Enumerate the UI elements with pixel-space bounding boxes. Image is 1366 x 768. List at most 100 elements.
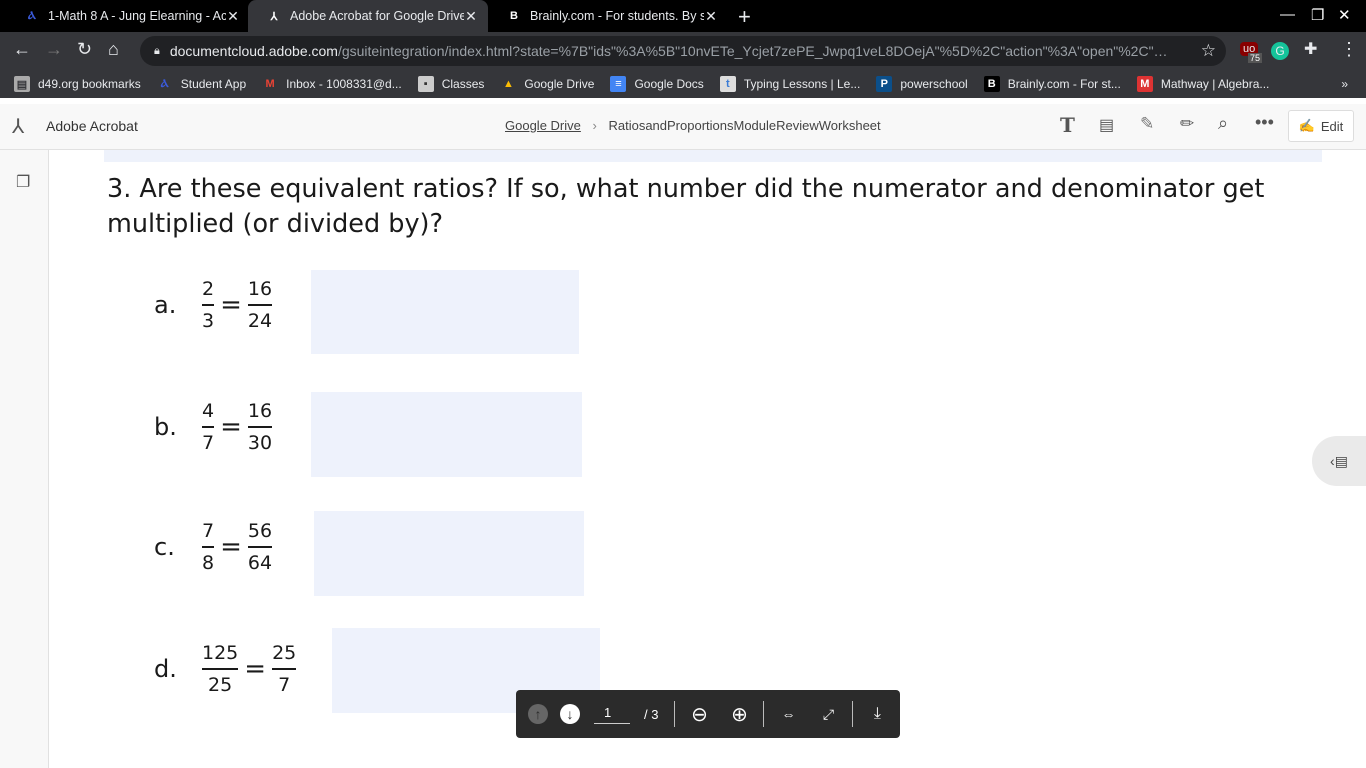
- star-icon[interactable]: ☆: [1201, 41, 1216, 61]
- bookmark-google-docs[interactable]: ≡ Google Docs: [610, 76, 704, 92]
- bookmark-label: Mathway | Algebra...: [1160, 77, 1270, 91]
- problem-a: a. 23 = 16 24: [154, 278, 273, 332]
- edit-button[interactable]: ✍ Edit: [1288, 110, 1354, 142]
- close-tab-icon[interactable]: ✕: [464, 8, 478, 25]
- bookmark-label: Google Drive: [524, 77, 595, 91]
- fit-page-icon[interactable]: ⤢: [816, 702, 840, 726]
- equals-sign: =: [220, 532, 242, 562]
- close-tab-icon[interactable]: ✕: [226, 8, 240, 25]
- numerator: 16: [247, 400, 273, 422]
- tab-bar: Ⲁ 1-Math 8 A - Jung Elearning - Ac ✕ ⅄ A…: [0, 0, 1366, 32]
- comment-icon[interactable]: ▤: [1099, 115, 1114, 135]
- bookmark-brainly[interactable]: B Brainly.com - For st...: [983, 76, 1121, 92]
- next-page-icon[interactable]: ↓: [560, 704, 580, 724]
- more-options-icon[interactable]: •••: [1255, 112, 1274, 133]
- bookmark-google-drive[interactable]: ▲ Google Drive: [500, 76, 594, 92]
- bookmark-mathway[interactable]: M Mathway | Algebra...: [1136, 76, 1270, 92]
- back-icon[interactable]: ←: [13, 39, 31, 60]
- google-drive-icon: ▲: [502, 78, 514, 90]
- pages-thumbnail-icon[interactable]: ❐: [16, 172, 30, 192]
- fraction-right: 56 64: [247, 520, 273, 574]
- home-icon[interactable]: ⌂: [108, 39, 119, 60]
- canvas-icon: Ⲁ: [28, 9, 36, 22]
- minimize-button[interactable]: —: [1280, 6, 1295, 23]
- fraction-right: 16 24: [247, 278, 273, 332]
- numerator: 4: [202, 400, 215, 422]
- draw-icon[interactable]: ✏: [1180, 114, 1194, 134]
- breadcrumb-google-drive[interactable]: Google Drive: [505, 118, 581, 133]
- pdf-document: 3. Are these equivalent ratios? If so, w…: [49, 150, 1366, 768]
- bookmark-label: Brainly.com - For st...: [1007, 77, 1121, 91]
- bookmark-label: Typing Lessons | Le...: [743, 77, 861, 91]
- brainly-icon: B: [510, 10, 518, 22]
- zoom-out-icon[interactable]: ⊖: [687, 702, 711, 726]
- breadcrumb: Google Drive › RatiosandProportionsModul…: [505, 118, 881, 133]
- close-window-button[interactable]: ✕: [1338, 6, 1351, 24]
- canvas-icon: Ⲁ: [160, 77, 169, 90]
- numerator: 125: [202, 642, 239, 664]
- item-label: d.: [154, 655, 177, 683]
- zoom-in-icon[interactable]: ⊕: [727, 702, 751, 726]
- bookmark-classes[interactable]: ▪ Classes: [417, 76, 484, 92]
- denominator: 25: [208, 674, 233, 696]
- bookmark-label: Inbox - 1008331@d...: [286, 77, 402, 91]
- numerator: 2: [202, 278, 215, 300]
- bookmark-typing[interactable]: t Typing Lessons | Le...: [719, 76, 861, 92]
- page-number-input[interactable]: 1: [594, 705, 630, 724]
- tab-acrobat[interactable]: ⅄ Adobe Acrobat for Google Drive ✕: [248, 0, 488, 32]
- google-docs-icon: ≡: [610, 76, 627, 92]
- close-tab-icon[interactable]: ✕: [704, 8, 718, 25]
- denominator: 30: [247, 432, 273, 454]
- powerschool-icon: P: [876, 76, 893, 92]
- comments-panel-toggle[interactable]: ‹▤: [1312, 436, 1366, 486]
- url-input[interactable]: 🔒︎ documentcloud.adobe.com /gsuiteintegr…: [140, 36, 1226, 66]
- tab-title: 1-Math 8 A - Jung Elearning - Ac: [48, 9, 226, 23]
- url-path: /gsuiteintegration/index.html?state=%7B"…: [337, 43, 1168, 59]
- acrobat-logo-icon: ⅄: [12, 116, 25, 138]
- problem-d: d. 125 25 = 25 7: [154, 642, 297, 696]
- lock-icon: 🔒︎: [154, 44, 160, 57]
- menu-icon[interactable]: ⋮: [1340, 39, 1358, 60]
- divider: [674, 701, 676, 727]
- bookmark-d49[interactable]: ▤ d49.org bookmarks: [14, 76, 141, 92]
- previous-page-icon[interactable]: ↑: [528, 704, 548, 724]
- grammarly-icon[interactable]: G: [1271, 42, 1289, 60]
- bookmark-student-app[interactable]: Ⲁ Student App: [157, 76, 246, 92]
- search-icon[interactable]: ⌕: [1218, 113, 1228, 134]
- page-navigation-toolbar: ↑ ↓ 1 / 3 ⊖ ⊕ ⇔ ⤢ ⤓: [516, 690, 900, 738]
- acrobat-header: ⅄ Adobe Acrobat Google Drive › Ratiosand…: [0, 98, 1366, 150]
- address-bar: ← → ↻ ⌂ 🔒︎ documentcloud.adobe.com /gsui…: [0, 32, 1366, 70]
- item-label: b.: [154, 413, 177, 441]
- answer-field-a[interactable]: [311, 270, 579, 354]
- tab-title: Brainly.com - For students. By st: [530, 9, 704, 23]
- bookmark-inbox[interactable]: M Inbox - 1008331@d...: [262, 76, 402, 92]
- add-text-icon[interactable]: T: [1060, 113, 1075, 137]
- more-bookmarks-icon[interactable]: »: [1341, 77, 1348, 91]
- fraction-left: 23: [202, 278, 215, 332]
- new-tab-button[interactable]: +: [738, 4, 751, 30]
- highlight-icon[interactable]: ✎: [1140, 114, 1154, 134]
- numerator: 25: [272, 642, 297, 664]
- fraction-left: 78: [202, 520, 215, 574]
- page-top-band: [104, 150, 1322, 162]
- question-text: 3. Are these equivalent ratios? If so, w…: [107, 174, 1265, 239]
- answer-field-b[interactable]: [311, 392, 582, 477]
- extensions-icon[interactable]: ✚: [1304, 39, 1317, 59]
- edit-label: Edit: [1320, 118, 1344, 134]
- answer-field-c[interactable]: [314, 511, 584, 596]
- fraction-right: 25 7: [272, 642, 297, 696]
- tab-math[interactable]: Ⲁ 1-Math 8 A - Jung Elearning - Ac ✕: [6, 0, 250, 32]
- forward-icon[interactable]: →: [45, 39, 63, 60]
- reload-icon[interactable]: ↻: [77, 39, 92, 60]
- tab-brainly[interactable]: B Brainly.com - For students. By st ✕: [488, 0, 728, 32]
- scroll-mode-icon[interactable]: ⤓: [865, 702, 889, 726]
- bookmark-powerschool[interactable]: Ppowerschool: [876, 76, 968, 92]
- fraction-right: 16 30: [247, 400, 273, 454]
- bookmark-label: powerschool: [900, 77, 968, 91]
- denominator: 7: [278, 674, 291, 696]
- divider: [852, 701, 854, 727]
- restore-button[interactable]: ❐: [1311, 6, 1324, 24]
- app-name: Adobe Acrobat: [46, 118, 138, 134]
- acrobat-icon: ⅄: [270, 10, 278, 23]
- fit-width-icon[interactable]: ⇔: [776, 702, 800, 726]
